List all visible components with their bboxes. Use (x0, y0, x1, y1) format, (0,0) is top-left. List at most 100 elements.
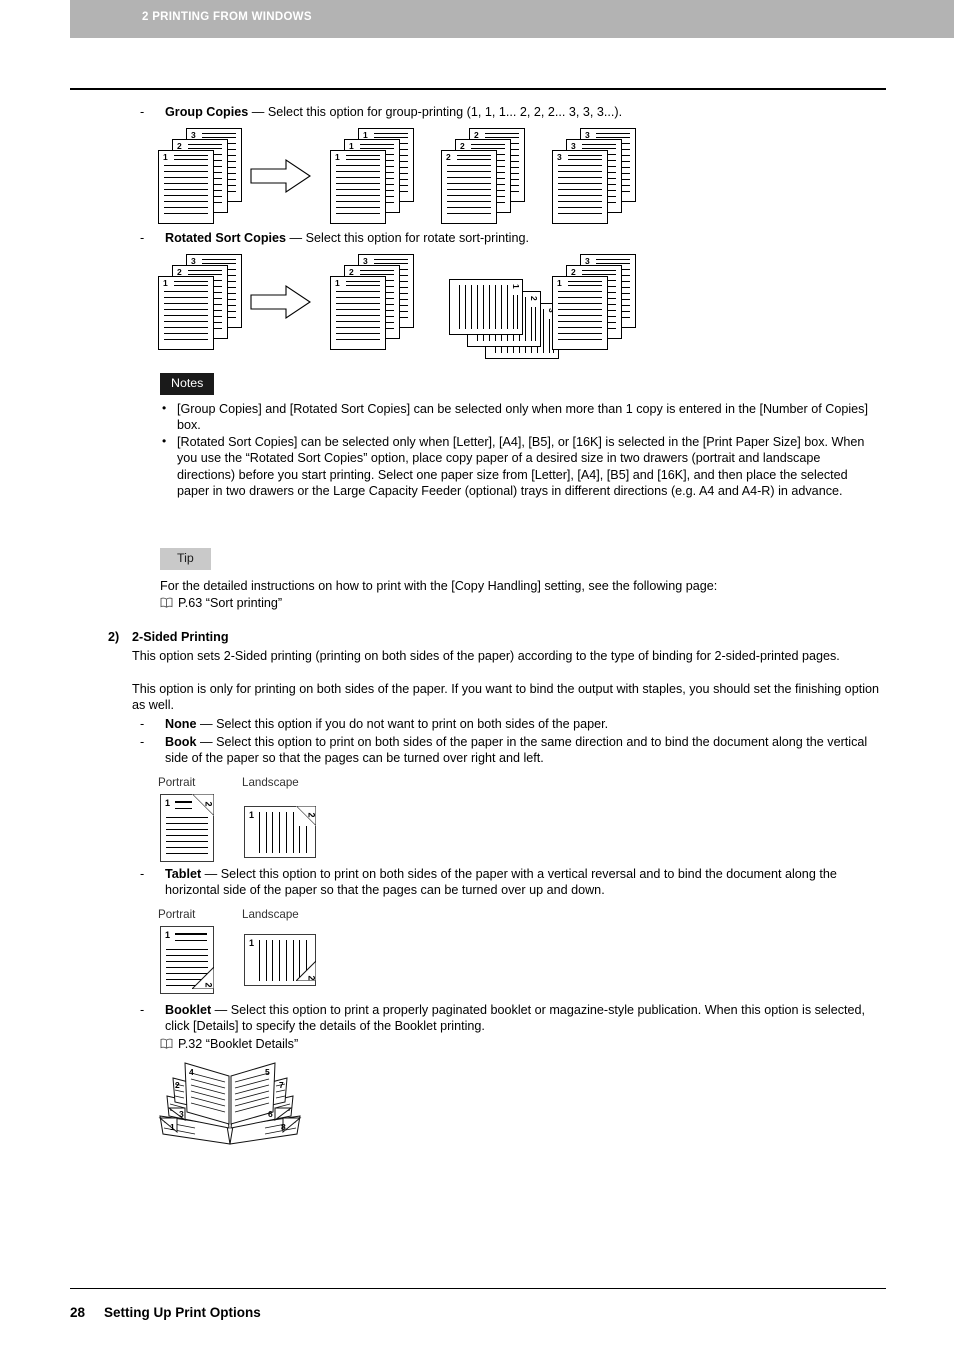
tablet-duplex-figure: Portrait Landscape 1 2 1 2 (158, 908, 378, 1002)
stack-page-front: 1 (552, 276, 608, 350)
page-lines (447, 165, 491, 219)
stack-page-front: 1 (158, 150, 214, 224)
notes-item-text: [Group Copies] and [Rotated Sort Copies]… (177, 402, 868, 433)
option-tablet: - Tablet — Select this option to print o… (140, 866, 888, 899)
tip-reference[interactable]: P.63 “Sort printing” (160, 595, 282, 611)
booklet-figure: 2 4 3 1 7 5 6 8 (155, 1058, 305, 1148)
option-none-term: None (165, 717, 197, 731)
svg-text:8: 8 (281, 1122, 286, 1132)
option-book-term: Book (165, 735, 197, 749)
page-number: 2 (529, 296, 539, 301)
book-portrait-label: Portrait (158, 776, 196, 789)
sheet-lines (166, 817, 208, 859)
list-dash: - (140, 717, 145, 731)
tip-text: For the detailed instructions on how to … (160, 579, 718, 593)
book-duplex-figure: Portrait Landscape 1 2 1 2 (158, 776, 378, 866)
group-copies-figure: 3 2 1 1 1 1 2 2 2 3 3 3 (158, 128, 638, 224)
option-rotated-sort-text: Rotated Sort Copies — Select this option… (165, 230, 880, 246)
option-book-desc: Select this option to print on both side… (165, 735, 868, 766)
page-number: 2 (446, 152, 451, 162)
bullet-icon: • (162, 433, 167, 448)
stack-page-front: 2 (441, 150, 497, 224)
section-number: 2) (108, 630, 120, 644)
option-group-copies-sep: — (248, 105, 268, 119)
page-number: 1 (163, 278, 168, 288)
option-none-desc: Select this option if you do not want to… (216, 717, 609, 731)
option-none-sep: — (196, 717, 217, 731)
stack-page-front: 1 (330, 150, 386, 224)
notes-item: • [Group Copies] and [Rotated Sort Copie… (160, 401, 876, 434)
sheet-top-lines (175, 933, 207, 946)
sheet-top-lines (175, 801, 193, 814)
book-icon (160, 1037, 173, 1049)
tablet-portrait-label: Portrait (158, 908, 196, 921)
option-booklet-text: Booklet — Select this option to print a … (165, 1002, 888, 1035)
chapter-header-band: 2 PRINTING FROM WINDOWS (70, 0, 954, 38)
option-booklet-sep: — (211, 1003, 231, 1017)
svg-text:4: 4 (189, 1067, 194, 1077)
page-lines (336, 291, 380, 345)
sheet-front-number: 1 (165, 930, 171, 940)
stack-page-front: 1 (158, 276, 214, 350)
page-number: 1 (335, 278, 340, 288)
option-book-sep: — (196, 735, 217, 749)
stack-page-front: 3 (552, 150, 608, 224)
tablet-landscape-label: Landscape (242, 908, 299, 921)
section-title: 2-Sided Printing (132, 630, 229, 644)
book-landscape-label: Landscape (242, 776, 299, 789)
section-paragraph-1: This option sets 2-Sided printing (print… (132, 649, 840, 663)
header-divider-rule (70, 88, 886, 90)
bullet-icon: • (162, 401, 167, 415)
svg-text:6: 6 (268, 1109, 273, 1119)
option-group-copies-desc: Select this option for group-printing (1… (267, 105, 623, 119)
option-tablet-term: Tablet (165, 867, 202, 881)
sheet-front-number: 1 (249, 938, 255, 948)
page-number: 1 (557, 278, 562, 288)
option-none-text: None — Select this option if you do not … (165, 716, 888, 732)
sheet-front-number: 1 (165, 798, 171, 808)
svg-text:7: 7 (279, 1080, 284, 1090)
page-number: 1 (163, 152, 168, 162)
footer-divider-rule (70, 1288, 886, 1289)
sheet-back-number: 2 (306, 812, 317, 818)
page-lines (164, 291, 208, 345)
right-arrow-icon (250, 158, 312, 199)
stack-page-front: 1 (330, 276, 386, 350)
page-lines (164, 165, 208, 219)
page-lines (454, 285, 508, 329)
option-tablet-desc: Select this option to print on both side… (165, 867, 837, 898)
booklet-reference[interactable]: P.32 “Booklet Details” (160, 1036, 298, 1052)
option-group-copies-term: Group Copies (165, 105, 249, 119)
fold-corner-top-right: 2 (190, 793, 215, 821)
sheet-back-number: 2 (203, 982, 214, 988)
sheet-front-number: 1 (249, 810, 255, 820)
option-booklet-desc: Select this option to print a properly p… (165, 1003, 866, 1034)
notes-item-text: [Rotated Sort Copies] can be selected on… (177, 434, 865, 499)
footer-section-title: Setting Up Print Options (104, 1305, 261, 1320)
page-number: 1 (335, 152, 340, 162)
notes-label: Notes (160, 373, 215, 395)
booklet-reference-text: P.32 “Booklet Details” (178, 1037, 299, 1051)
page-lines (558, 165, 602, 219)
notes-list: • [Group Copies] and [Rotated Sort Copie… (160, 401, 876, 499)
page-lines (558, 291, 602, 345)
option-booklet-term: Booklet (165, 1003, 212, 1017)
rotated-sort-figure: 3 2 1 3 2 1 2 1 3 2 1 (158, 254, 638, 359)
tip-label: Tip (160, 548, 211, 570)
option-group-copies-text: Group Copies — Select this option for gr… (165, 104, 880, 120)
tip-reference-text: P.63 “Sort printing” (178, 596, 283, 610)
page-number: 3 (557, 152, 562, 162)
option-booklet: - Booklet — Select this option to print … (140, 1002, 888, 1035)
section-paragraph-2: This option is only for printing on both… (132, 682, 879, 713)
stack-page-front-landscape: 1 (449, 279, 523, 335)
option-rotated-sort-desc: Select this option for rotate sort-print… (305, 231, 529, 245)
svg-text:5: 5 (265, 1067, 270, 1077)
tablet-landscape-sheet: 1 2 (244, 934, 317, 986)
option-book-text: Book — Select this option to print on bo… (165, 734, 888, 767)
fold-corner-bottom-right: 2 (294, 959, 317, 986)
footer-page-number: 28 (70, 1305, 86, 1320)
option-tablet-text: Tablet — Select this option to print on … (165, 866, 888, 899)
option-rotated-sort-sep: — (286, 231, 306, 245)
list-dash: - (140, 1003, 145, 1017)
list-dash: - (140, 867, 145, 881)
